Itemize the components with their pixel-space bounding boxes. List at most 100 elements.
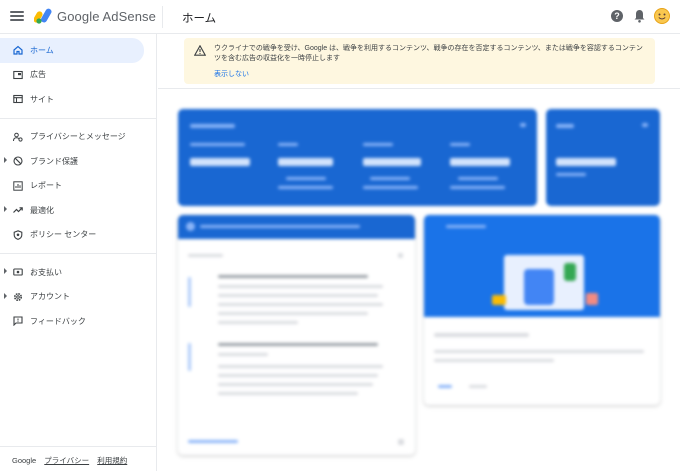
placeholder-line <box>188 343 191 371</box>
placeholder-line <box>278 158 333 166</box>
promo-card[interactable] <box>424 215 660 405</box>
sidebar-item-reports[interactable]: レポート <box>0 174 156 199</box>
footer-privacy-link[interactable]: プライバシー <box>44 456 89 465</box>
sidebar-item-feedback[interactable]: フィードバック <box>0 309 156 334</box>
sidebar-item-brand-safety[interactable]: ブランド保護 <box>0 149 156 174</box>
page-title: ホーム <box>182 13 217 25</box>
placeholder-line <box>556 124 574 128</box>
placeholder-line <box>556 158 616 166</box>
placeholder-line <box>363 158 421 166</box>
gear-icon <box>12 291 23 302</box>
help-icon[interactable]: ? <box>611 10 623 22</box>
sidebar-divider <box>0 117 156 119</box>
brand-name: Google AdSense <box>57 9 156 24</box>
earnings-card[interactable] <box>178 109 537 206</box>
sidebar-divider <box>0 253 156 254</box>
promo-illustration <box>424 215 660 317</box>
placeholder-line <box>218 294 378 297</box>
placeholder-line <box>278 186 333 189</box>
banner-message: ウクライナでの戦争を受け、Google は、戦争を利用するコンテンツ、戦争の存在… <box>214 45 643 62</box>
sidebar-nav: ホーム 広告 サイト プライバシーとメッセージ ブランド保護 レポート 最適化 … <box>0 34 157 471</box>
placeholder-line <box>286 177 326 180</box>
balance-card[interactable] <box>546 109 660 206</box>
sidebar-item-ads[interactable]: 広告 <box>0 63 156 88</box>
sidebar-item-sites[interactable]: サイト <box>0 87 156 112</box>
sites-icon <box>12 94 23 105</box>
sidebar-item-label: お支払い <box>30 267 62 277</box>
sidebar-item-label: 最適化 <box>30 205 54 215</box>
placeholder-line <box>218 303 383 306</box>
placeholder-line <box>363 186 418 189</box>
sidebar-item-privacy-messaging[interactable]: プライバシーとメッセージ <box>0 125 156 150</box>
placeholder-line <box>218 321 298 324</box>
card-header <box>178 215 415 239</box>
placeholder-line <box>398 439 404 445</box>
placeholder-line <box>218 285 383 288</box>
footer-terms-link[interactable]: 利用規約 <box>97 456 127 465</box>
info-icon <box>186 222 195 231</box>
smiley-face-icon <box>658 13 666 20</box>
placeholder-line <box>438 385 452 388</box>
sidebar-item-label: フィードバック <box>30 316 86 326</box>
warning-icon <box>194 45 206 56</box>
placeholder-line <box>218 374 378 377</box>
expand-caret-icon[interactable] <box>4 292 7 299</box>
notifications-bell-icon[interactable] <box>633 9 646 23</box>
policy-shield-icon <box>12 229 23 240</box>
sidebar-item-label: 広告 <box>30 70 46 80</box>
content-divider <box>158 88 680 89</box>
notice-banner: ウクライナでの戦争を受け、Google は、戦争を利用するコンテンツ、戦争の存在… <box>184 38 655 84</box>
placeholder-line <box>188 254 223 257</box>
placeholder-line <box>188 277 191 307</box>
placeholder-line <box>446 225 486 228</box>
placeholder-line <box>188 440 238 443</box>
placeholder-line <box>190 124 235 128</box>
top-app-bar: Google AdSense ホーム ? <box>0 0 680 34</box>
notifications-card[interactable] <box>178 215 415 455</box>
footer-google-label: Google <box>12 456 37 465</box>
home-icon <box>12 45 23 56</box>
sidebar-item-label: ブランド保護 <box>30 156 78 166</box>
placeholder-line <box>370 177 410 180</box>
hamburger-menu-icon[interactable] <box>10 9 24 23</box>
placeholder-line <box>434 350 644 353</box>
placeholder-line <box>450 158 510 166</box>
account-avatar[interactable] <box>654 8 670 24</box>
sidebar-item-label: アカウント <box>30 292 70 302</box>
trending-icon <box>12 205 23 216</box>
sidebar-item-label: ホーム <box>30 45 54 55</box>
placeholder-line <box>218 392 358 395</box>
sidebar-item-label: プライバシーとメッセージ <box>30 132 126 142</box>
sidebar-item-account[interactable]: アカウント <box>0 285 156 310</box>
placeholder-line <box>218 365 383 368</box>
placeholder-line <box>218 353 268 356</box>
sidebar-item-label: サイト <box>30 94 54 104</box>
placeholder-line <box>458 177 498 180</box>
placeholder-line <box>363 143 393 146</box>
placeholder-line <box>200 225 360 228</box>
sidebar-item-payments[interactable]: お支払い <box>0 260 156 285</box>
expand-caret-icon[interactable] <box>4 206 7 212</box>
payments-icon <box>12 267 23 278</box>
expand-caret-icon[interactable] <box>4 268 7 274</box>
dismiss-link[interactable]: 表示しない <box>214 69 249 79</box>
placeholder-line <box>278 143 298 146</box>
placeholder-line <box>450 143 470 146</box>
placeholder-line <box>520 123 526 127</box>
placeholder-line <box>642 123 648 127</box>
main-content: ウクライナでの戦争を受け、Google は、戦争を利用するコンテンツ、戦争の存在… <box>158 34 680 471</box>
placeholder-line <box>469 385 487 388</box>
expand-caret-icon[interactable] <box>4 157 7 163</box>
sidebar-item-home[interactable]: ホーム <box>0 38 144 63</box>
sidebar-item-policy-center[interactable]: ポリシー センター <box>0 223 156 248</box>
placeholder-line <box>190 158 250 166</box>
block-icon <box>12 156 23 167</box>
placeholder-line <box>556 173 586 176</box>
sidebar-item-optimization[interactable]: 最適化 <box>0 198 156 223</box>
placeholder-line <box>218 312 368 315</box>
privacy-icon <box>12 131 23 142</box>
sidebar-item-label: ポリシー センター <box>30 230 97 240</box>
placeholder-line <box>218 383 373 386</box>
header-divider <box>162 6 163 28</box>
placeholder-line <box>434 333 529 337</box>
